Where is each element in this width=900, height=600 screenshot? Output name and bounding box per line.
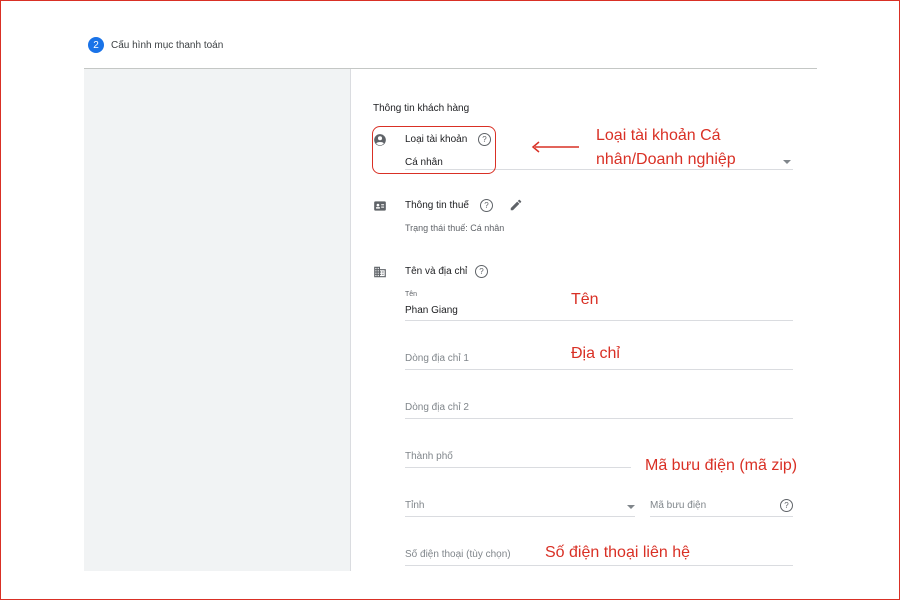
- tax-info-label: Thông tin thuế: [405, 200, 469, 211]
- name-field-label: Tên: [405, 291, 418, 298]
- city-input[interactable]: Thành phố: [405, 447, 631, 468]
- step-title: Cấu hình mục thanh toán: [111, 39, 224, 51]
- edit-pencil-icon[interactable]: [509, 198, 523, 212]
- chevron-down-icon: [627, 505, 635, 509]
- city-placeholder: Thành phố: [405, 451, 453, 462]
- step-header: 2 Cấu hình mục thanh toán: [88, 37, 223, 53]
- phone-placeholder: Số điện thoại (tùy chọn): [405, 549, 511, 560]
- province-placeholder: Tỉnh: [405, 500, 425, 511]
- postal-code-input[interactable]: Mã bưu điện ?: [650, 496, 793, 517]
- account-type-highlight: [372, 126, 496, 174]
- province-select[interactable]: Tỉnh: [405, 496, 635, 517]
- step-number-badge: 2: [88, 37, 104, 53]
- building-icon: [374, 266, 386, 278]
- address-line-2-placeholder: Dòng địa chỉ 2: [405, 402, 469, 413]
- address-line-1-placeholder: Dòng địa chỉ 1: [405, 353, 469, 364]
- annotation-postal: Mã bưu điện (mã zip): [645, 457, 798, 474]
- annotation-address: Địa chỉ: [571, 345, 620, 362]
- postal-code-help-icon[interactable]: ?: [780, 499, 793, 512]
- name-address-help-icon[interactable]: ?: [475, 265, 488, 278]
- annotation-arrow-icon: [531, 141, 579, 153]
- name-field-value: Phan Giang: [405, 305, 458, 316]
- tax-status-text: Trạng thái thuế: Cá nhân: [405, 223, 505, 233]
- annotation-phone: Số điện thoại liên hệ: [545, 544, 690, 561]
- address-line-2-input[interactable]: Dòng địa chỉ 2: [405, 398, 793, 419]
- annotation-account-type-line1: Loại tài khoản Cá: [596, 127, 721, 144]
- tax-info-help-icon[interactable]: ?: [480, 199, 493, 212]
- name-field[interactable]: Tên Phan Giang: [405, 289, 793, 321]
- annotation-account-type-line2: nhân/Doanh nghiệp: [596, 151, 736, 168]
- id-card-icon: [374, 201, 386, 211]
- left-panel: [84, 69, 351, 571]
- name-address-label: Tên và địa chỉ: [405, 266, 468, 277]
- chevron-down-icon: [783, 160, 791, 164]
- annotation-name: Tên: [571, 291, 599, 308]
- postal-code-placeholder: Mã bưu điện: [650, 500, 707, 511]
- section-title: Thông tin khách hàng: [373, 103, 470, 114]
